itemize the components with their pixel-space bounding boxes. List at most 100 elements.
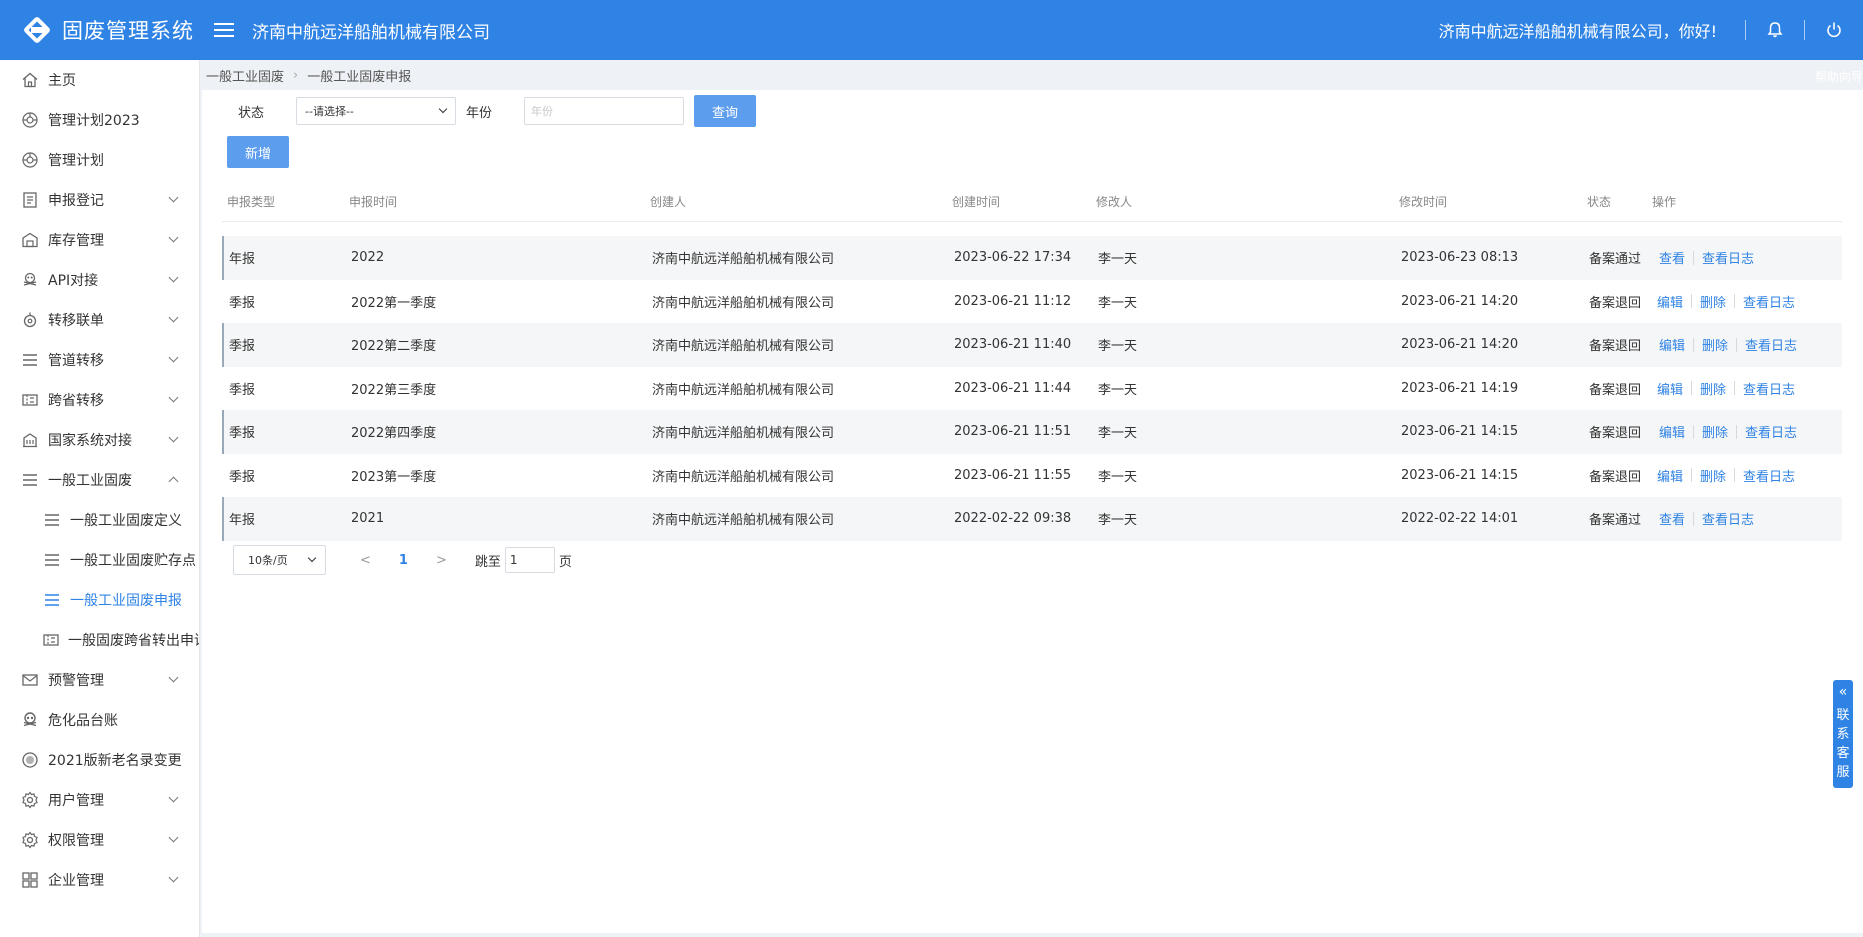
chevron-down-icon	[168, 672, 179, 683]
query-button[interactable]: 查询	[694, 95, 756, 127]
chevron-down-icon	[168, 832, 179, 843]
sidebar-item-label: 企业管理	[48, 873, 104, 889]
divider	[1693, 424, 1695, 439]
edit-link[interactable]: 编辑	[1659, 335, 1685, 354]
table-cell: 李一天	[1098, 513, 1138, 528]
table-cell: 济南中航远洋船舶机械有限公司	[652, 382, 835, 398]
view-log-link[interactable]: 查看日志	[1702, 509, 1754, 528]
page-size-select[interactable]: 10条/页	[233, 545, 326, 575]
help-guide-link[interactable]: 帮助向导	[1815, 68, 1863, 85]
table-cell: 2023-06-21 14:15	[1401, 467, 1519, 483]
sidebar-item[interactable]: 一般固废跨省转出申请	[0, 620, 199, 660]
table-cell: 2023-06-21 14:20	[1401, 337, 1519, 352]
table-cell: 济南中航远洋船舶机械有限公司	[652, 426, 835, 441]
row-actions: 编辑 删除 查看日志	[1657, 454, 1795, 497]
sidebar-item[interactable]: 一般工业固废申报	[0, 580, 199, 620]
table-cell: 备案退回	[1589, 339, 1642, 354]
sidebar-item[interactable]: 企业管理	[0, 860, 199, 900]
chevron-down-icon	[168, 392, 179, 403]
add-button[interactable]: 新增	[227, 136, 289, 168]
view-log-link[interactable]: 查看日志	[1702, 248, 1754, 267]
view-log-link[interactable]: 查看日志	[1745, 422, 1797, 441]
view-log-link[interactable]: 查看日志	[1745, 335, 1797, 354]
prev-page-button[interactable]: <	[360, 553, 371, 568]
bell-icon[interactable]	[1746, 0, 1804, 60]
table-cell: 年报	[229, 513, 256, 528]
chevron-down-icon	[438, 104, 448, 114]
sidebar-item-label: 库存管理	[48, 233, 104, 249]
view-log-link[interactable]: 查看日志	[1743, 292, 1795, 311]
sidebar-item[interactable]: 权限管理	[0, 820, 199, 860]
delete-link[interactable]: 删除	[1700, 466, 1726, 485]
breadcrumb-item[interactable]: 一般工业固废	[206, 66, 284, 85]
app-logo[interactable]: 固废管理系统	[0, 15, 200, 45]
table-row: 季报 2022第一季度 济南中航远洋船舶机械有限公司 2023-06-21 11:12…	[222, 280, 1842, 324]
view-link[interactable]: 查看	[1659, 509, 1685, 528]
sidebar-item[interactable]: 库存管理	[0, 220, 199, 260]
divider	[1693, 250, 1695, 265]
sidebar-item[interactable]: 管道转移	[0, 340, 199, 380]
menu-toggle-icon[interactable]	[214, 19, 234, 41]
delete-link[interactable]: 删除	[1700, 379, 1726, 398]
year-input[interactable]: 年份	[524, 97, 684, 125]
power-icon[interactable]	[1805, 0, 1863, 60]
logo-icon	[22, 15, 52, 45]
sidebar-item[interactable]: 一般工业固废贮存点	[0, 540, 199, 580]
sidebar-item[interactable]: 2021版新老名录变更	[0, 740, 199, 780]
table-cell: 2022-02-22 09:38	[954, 511, 1072, 526]
table-row: 季报 2022第四季度 济南中航远洋船舶机械有限公司 2023-06-21 11:51…	[222, 410, 1842, 454]
sidebar-item[interactable]: 跨省转移	[0, 380, 199, 420]
table-cell: 季报	[229, 339, 256, 354]
sidebar-item[interactable]: 一般工业固废定义	[0, 500, 199, 540]
edit-link[interactable]: 编辑	[1657, 379, 1683, 398]
next-page-button[interactable]: >	[436, 553, 447, 568]
table-row: 季报 2022第二季度 济南中航远洋船舶机械有限公司 2023-06-21 11:40…	[222, 323, 1842, 367]
sidebar-item[interactable]: 预警管理	[0, 660, 199, 700]
table-cell: 济南中航远洋船舶机械有限公司	[652, 252, 835, 267]
sidebar-item[interactable]: 管理计划2023	[0, 100, 199, 140]
view-link[interactable]: 查看	[1659, 248, 1685, 267]
sidebar-item-label: 管道转移	[48, 353, 104, 369]
contact-service-button[interactable]: « 联系客服	[1833, 680, 1853, 788]
edit-link[interactable]: 编辑	[1659, 422, 1685, 441]
building-icon	[20, 430, 40, 450]
table-cell: 2022第二季度	[351, 339, 437, 354]
mail-icon	[20, 670, 40, 690]
delete-link[interactable]: 删除	[1700, 292, 1726, 311]
view-log-link[interactable]: 查看日志	[1743, 379, 1795, 398]
table-cell: 2023-06-21 11:40	[954, 337, 1072, 352]
sidebar-item[interactable]: 一般工业固废	[0, 460, 199, 500]
table-row: 年报 2022 济南中航远洋船舶机械有限公司 2023-06-22 17:34 李一天 2…	[222, 236, 1842, 280]
delete-link[interactable]: 删除	[1702, 335, 1728, 354]
chevron-down-icon	[168, 192, 179, 203]
sidebar-item[interactable]: 转移联单	[0, 300, 199, 340]
column-header: 申报时间	[349, 195, 398, 209]
table-cell: 季报	[229, 295, 256, 311]
sidebar-item[interactable]: 国家系统对接	[0, 420, 199, 460]
sidebar-item[interactable]: 用户管理	[0, 780, 199, 820]
status-select[interactable]: --请选择--	[296, 97, 456, 125]
sidebar-item[interactable]: 申报登记	[0, 180, 199, 220]
table-header: 申报类型 申报时间 创建人 创建时间 修改人 修改时间 状态 操作	[222, 182, 1842, 222]
breadcrumb: 一般工业固废 › 一般工业固废申报	[200, 60, 1863, 90]
sidebar-item[interactable]: API对接	[0, 260, 199, 300]
grid-icon	[20, 870, 40, 890]
status-label: 状态	[238, 105, 265, 121]
table-cell: 2023第一季度	[351, 469, 437, 485]
edit-link[interactable]: 编辑	[1657, 466, 1683, 485]
delete-link[interactable]: 删除	[1702, 422, 1728, 441]
page-number-current[interactable]: 1	[399, 553, 408, 568]
edit-link[interactable]: 编辑	[1657, 292, 1683, 311]
jump-page-input[interactable]: 1	[504, 547, 555, 573]
view-log-link[interactable]: 查看日志	[1743, 466, 1795, 485]
sidebar-item[interactable]: 主页	[0, 60, 199, 100]
table-cell: 2023-06-21 14:19	[1401, 380, 1519, 396]
company-title: 济南中航远洋船舶机械有限公司	[252, 22, 490, 43]
sidebar-item-label: 国家系统对接	[48, 433, 132, 449]
table-row: 季报 2023第一季度 济南中航远洋船舶机械有限公司 2023-06-21 11:55…	[222, 454, 1842, 498]
list-icon	[42, 510, 62, 530]
chevron-down-icon	[168, 232, 179, 243]
sidebar-item[interactable]: 管理计划	[0, 140, 199, 180]
table-row: 年报 2021 济南中航远洋船舶机械有限公司 2022-02-22 09:38 李一天 2…	[222, 497, 1842, 541]
sidebar-item[interactable]: 危化品台账	[0, 700, 199, 740]
